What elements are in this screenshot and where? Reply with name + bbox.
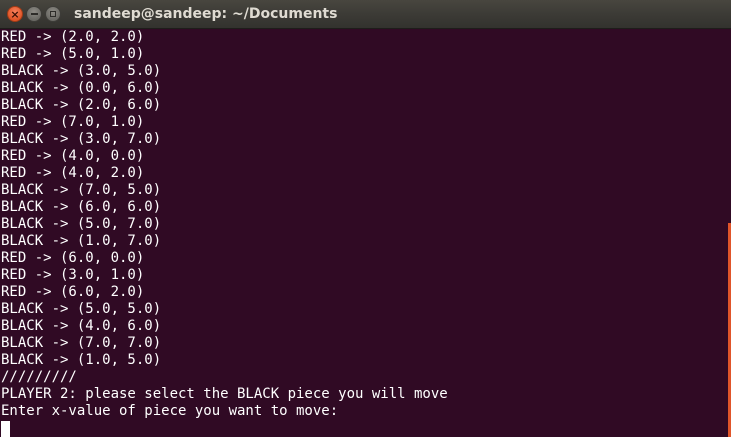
terminal-line: BLACK -> (1.0, 5.0) <box>1 352 162 368</box>
terminal-line: RED -> (5.0, 1.0) <box>1 46 145 62</box>
terminal-line: BLACK -> (0.0, 6.0) <box>1 80 162 96</box>
terminal-output[interactable]: RED -> (2.0, 2.0) RED -> (5.0, 1.0) BLACK … <box>0 29 731 437</box>
terminal-line: RED -> (6.0, 2.0) <box>1 284 145 300</box>
terminal-line: BLACK -> (7.0, 5.0) <box>1 182 162 198</box>
terminal-line: BLACK -> (6.0, 6.0) <box>1 199 162 215</box>
close-icon: × <box>10 7 20 21</box>
terminal-lines: RED -> (2.0, 2.0) RED -> (5.0, 1.0) BLACK … <box>1 29 448 437</box>
terminal-line: RED -> (4.0, 2.0) <box>1 165 145 181</box>
maximize-window-button[interactable] <box>45 6 61 22</box>
terminal-line: BLACK -> (2.0, 6.0) <box>1 97 162 113</box>
terminal-line: RED -> (3.0, 1.0) <box>1 267 145 283</box>
terminal-line: BLACK -> (7.0, 7.0) <box>1 335 162 351</box>
maximize-icon <box>50 11 56 17</box>
terminal-line: RED -> (7.0, 1.0) <box>1 114 145 130</box>
terminal-window: × sandeep@sandeep: ~/Documents RED -> (2… <box>0 0 731 437</box>
title-bar[interactable]: × sandeep@sandeep: ~/Documents <box>0 0 731 29</box>
terminal-line: BLACK -> (5.0, 7.0) <box>1 216 162 232</box>
terminal-line: PLAYER 2: please select the BLACK piece … <box>1 386 448 402</box>
terminal-line: BLACK -> (3.0, 5.0) <box>1 63 162 79</box>
terminal-line: BLACK -> (1.0, 7.0) <box>1 233 162 249</box>
minimize-icon <box>30 13 38 15</box>
terminal-line: Enter x-value of piece you want to move: <box>1 403 339 419</box>
input-line[interactable] <box>1 420 448 437</box>
terminal-line: RED -> (2.0, 2.0) <box>1 29 145 45</box>
terminal-line: BLACK -> (5.0, 5.0) <box>1 301 162 317</box>
cursor-block <box>1 421 10 437</box>
close-window-button[interactable]: × <box>7 6 23 22</box>
minimize-window-button[interactable] <box>26 6 42 22</box>
terminal-line: RED -> (4.0, 0.0) <box>1 148 145 164</box>
window-title: sandeep@sandeep: ~/Documents <box>74 6 338 22</box>
terminal-line: ///////// <box>1 369 77 385</box>
terminal-line: RED -> (6.0, 0.0) <box>1 250 145 266</box>
terminal-line: BLACK -> (3.0, 7.0) <box>1 131 162 147</box>
terminal-line: BLACK -> (4.0, 6.0) <box>1 318 162 334</box>
